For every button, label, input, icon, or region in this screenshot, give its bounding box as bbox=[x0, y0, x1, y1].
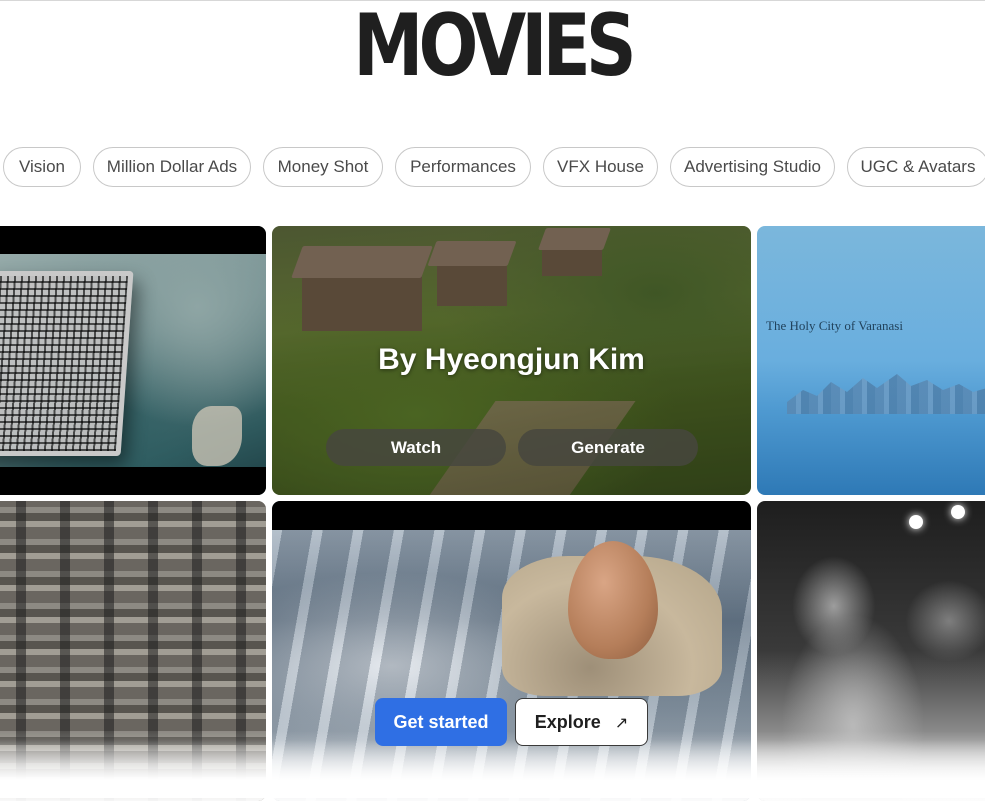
generate-button[interactable]: Generate bbox=[518, 429, 698, 466]
video-caption: The Holy City of Varanasi bbox=[766, 318, 903, 333]
chip-ugc-avatars[interactable]: UGC & Avatars bbox=[847, 147, 985, 187]
video-thumbnail bbox=[757, 226, 985, 495]
chip-money-shot[interactable]: Money Shot bbox=[263, 147, 383, 187]
explore-button[interactable]: Explore ↗ bbox=[515, 698, 648, 746]
video-card-varanasi[interactable]: The Holy City of Varanasi bbox=[757, 226, 985, 495]
chip-performances[interactable]: Performances bbox=[395, 147, 531, 187]
chip-vfx-house[interactable]: VFX House bbox=[543, 147, 658, 187]
category-filter-bar: Vision Million Dollar Ads Money Shot Per… bbox=[0, 147, 985, 189]
get-started-label: Get started bbox=[393, 712, 489, 732]
mesh-grate bbox=[0, 271, 134, 456]
video-card-featured[interactable]: By Hyeongjun Kim Watch Generate bbox=[272, 226, 751, 495]
chip-million-dollar-ads[interactable]: Million Dollar Ads bbox=[93, 147, 251, 187]
featured-headline: By Hyeongjun Kim bbox=[378, 343, 645, 376]
arrow-up-right-icon: ↗ bbox=[614, 715, 629, 732]
explore-label: Explore bbox=[534, 712, 601, 732]
page-title: MOVIES bbox=[353, 0, 636, 96]
get-started-button[interactable]: Get started bbox=[375, 698, 507, 746]
chip-advertising-studio[interactable]: Advertising Studio bbox=[670, 147, 835, 187]
bottom-fade bbox=[0, 740, 985, 798]
watch-button[interactable]: Watch bbox=[326, 429, 506, 466]
video-card-mesh[interactable] bbox=[0, 226, 266, 495]
chip-vision[interactable]: Vision bbox=[3, 147, 81, 187]
